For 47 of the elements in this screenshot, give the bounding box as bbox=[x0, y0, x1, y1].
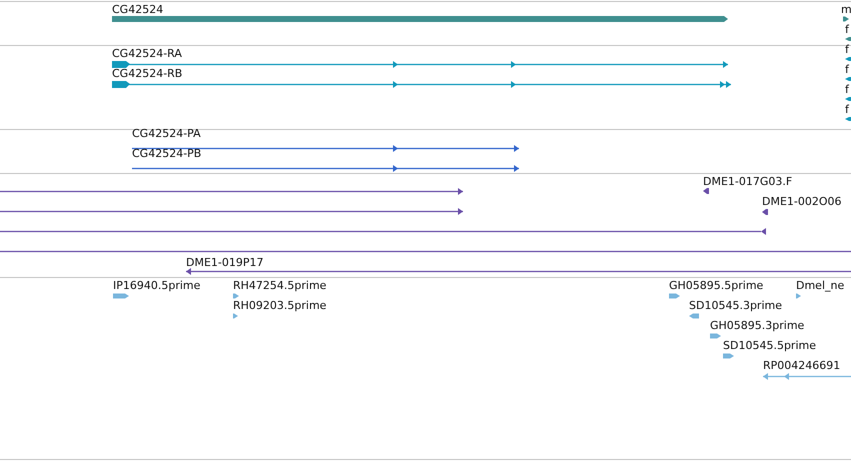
feature-label: f bbox=[845, 63, 849, 76]
clone-drawing[interactable] bbox=[762, 209, 768, 215]
est-drawing[interactable] bbox=[763, 373, 851, 380]
est-drawing[interactable] bbox=[233, 314, 238, 318]
transcript-drawing[interactable] bbox=[845, 77, 851, 81]
feature-label: SD10545.3prime bbox=[689, 299, 782, 312]
clone-drawing[interactable] bbox=[186, 268, 851, 275]
feature-label: RH09203.5prime bbox=[233, 299, 326, 312]
feature-label: IP16940.5prime bbox=[113, 279, 200, 292]
clone-drawing[interactable] bbox=[0, 188, 463, 195]
feature-label: f bbox=[845, 103, 849, 116]
feature-label: CG42524-RA bbox=[112, 47, 182, 60]
transcript-drawing[interactable] bbox=[112, 81, 731, 88]
est-drawing[interactable] bbox=[233, 294, 239, 298]
est-drawing[interactable] bbox=[669, 294, 680, 298]
gene-drawing[interactable] bbox=[843, 16, 849, 22]
feature-label: DME1-002O06 bbox=[762, 195, 842, 208]
clone-drawing[interactable] bbox=[703, 188, 709, 194]
transcript-drawing[interactable] bbox=[845, 117, 851, 121]
feature-label: CG42524 bbox=[112, 3, 164, 16]
feature-label: CG42524-PA bbox=[132, 127, 201, 140]
clone-drawing[interactable] bbox=[0, 208, 463, 215]
feature-label: GH05895.3prime bbox=[710, 319, 804, 332]
feature-label: RH47254.5prime bbox=[233, 279, 326, 292]
feature-label: CG42524-PB bbox=[132, 147, 202, 160]
protein-drawing[interactable] bbox=[132, 165, 519, 172]
est-drawing[interactable] bbox=[113, 294, 129, 298]
transcript-drawing[interactable] bbox=[845, 97, 851, 101]
feature-label: f bbox=[845, 83, 849, 96]
feature-label: DME1-019P17 bbox=[186, 256, 264, 269]
est-drawing[interactable] bbox=[710, 334, 721, 338]
feature-label: SD10545.5prime bbox=[723, 339, 816, 352]
est-drawing[interactable] bbox=[689, 314, 699, 318]
feature-label: f bbox=[845, 43, 849, 56]
clone-drawing[interactable] bbox=[0, 228, 766, 235]
est-drawing[interactable] bbox=[796, 294, 801, 298]
feature-label: Dmel_ne bbox=[796, 279, 844, 292]
gene-drawing[interactable] bbox=[845, 37, 851, 41]
transcript-drawing[interactable] bbox=[112, 61, 728, 68]
feature-label: GH05895.5prime bbox=[669, 279, 764, 292]
feature-label: RP004246691 bbox=[763, 359, 840, 372]
est-drawing[interactable] bbox=[723, 354, 734, 358]
feature-label: f bbox=[845, 23, 849, 36]
transcript-drawing[interactable] bbox=[845, 57, 851, 61]
feature-label: DME1-017G03.F bbox=[703, 175, 792, 188]
feature-label: m bbox=[841, 3, 851, 16]
feature-label: CG42524-RB bbox=[112, 67, 182, 80]
